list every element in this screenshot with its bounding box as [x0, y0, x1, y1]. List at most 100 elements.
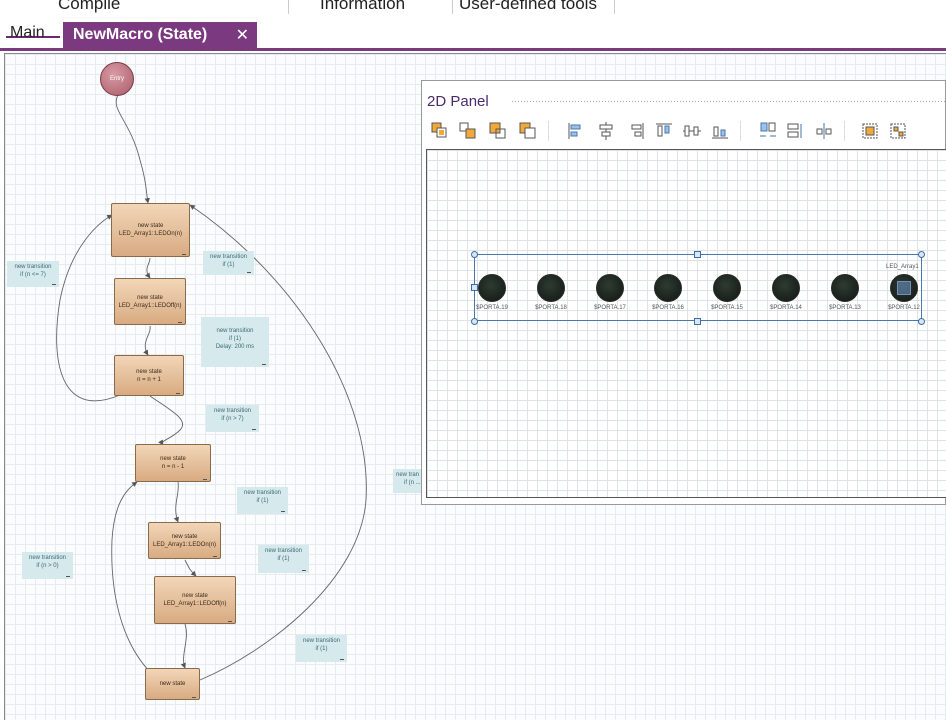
align-right-icon[interactable]: [626, 121, 646, 141]
transition-condition: if (n > 0): [36, 563, 59, 569]
led-indicator[interactable]: [596, 274, 624, 302]
ungroup-icon[interactable]: [888, 121, 908, 141]
minimize-icon: [178, 322, 182, 323]
transition-condition: if (1): [229, 336, 241, 342]
entry-node[interactable]: Entry: [100, 62, 134, 96]
arrow-state4-to-state5: [173, 481, 179, 523]
led-indicator[interactable]: [772, 274, 800, 302]
toolbar-separator: [844, 121, 845, 141]
state-action: n = n + 1: [137, 376, 161, 383]
transition-condition: if (1): [222, 262, 235, 268]
led-indicator[interactable]: [654, 274, 682, 302]
state-title: new state: [171, 533, 198, 540]
led-port-label: $PORTA.17: [594, 305, 626, 311]
transition-condition: if (1): [277, 556, 290, 562]
arrow-state5-to-state6: [184, 559, 197, 577]
state-action: LED_Array1::LEDOn(n): [152, 541, 217, 548]
state-action: LED_Array1::LEDOff(n): [118, 302, 182, 309]
minimize-icon: [281, 511, 285, 512]
led-port-label: $PORTA.19: [476, 305, 508, 311]
led-port-label: $PORTA.15: [711, 305, 743, 311]
transition-title: new transition: [209, 254, 248, 260]
resize-handle[interactable]: [471, 251, 478, 258]
align-middle-icon[interactable]: [682, 121, 702, 141]
transition-condition: if (n <= 7): [20, 272, 46, 278]
align-center-icon[interactable]: [596, 121, 616, 141]
panel-title: 2D Panel: [427, 93, 489, 110]
state-title: new state: [159, 681, 186, 687]
led-array-name: LED_Array1: [886, 264, 919, 270]
transition-label[interactable]: new transition if (1): [237, 487, 288, 514]
state-action: LED_Array1::LEDOn(n): [118, 231, 183, 237]
minimize-icon: [340, 659, 344, 660]
minimize-icon: [213, 556, 217, 557]
panel-toolbar: [428, 121, 943, 145]
arrow-state2-to-state3: [143, 325, 151, 356]
align-left-icon[interactable]: [566, 121, 586, 141]
minimize-icon: [192, 697, 196, 698]
state-title: new state: [137, 223, 164, 229]
transition-label[interactable]: new transition if (1): [296, 635, 347, 662]
distribute-horizontal-icon[interactable]: [758, 121, 778, 141]
panel-canvas[interactable]: [426, 149, 946, 498]
led-selection-marker: [897, 281, 911, 295]
state-node[interactable]: new state LED_Array1::LEDOn(n): [148, 522, 221, 559]
transition-label[interactable]: new transition if (n > 7): [206, 405, 259, 432]
align-top-icon[interactable]: [654, 121, 674, 141]
state-node[interactable]: new state: [145, 668, 200, 700]
minimize-icon: [182, 254, 186, 255]
resize-handle[interactable]: [694, 318, 701, 325]
minimize-icon: [52, 284, 56, 285]
led-indicator[interactable]: [831, 274, 859, 302]
led-port-label: $PORTA.18: [535, 305, 567, 311]
state-title: new state: [136, 368, 162, 375]
group-icon[interactable]: [860, 121, 880, 141]
send-backward-icon[interactable]: [488, 121, 508, 141]
led-indicator[interactable]: [713, 274, 741, 302]
transition-label[interactable]: new transition if (n <= 7): [7, 261, 59, 287]
state-node[interactable]: new state n = n - 1: [135, 444, 211, 482]
resize-handle[interactable]: [694, 251, 701, 258]
align-bottom-icon[interactable]: [710, 121, 730, 141]
resize-handle[interactable]: [918, 318, 925, 325]
state-node[interactable]: new state LED_Array1::LEDOff(n): [114, 278, 186, 325]
state-action: LED_Array1::LEDOff(n): [163, 601, 227, 607]
bring-to-front-icon[interactable]: [430, 121, 450, 141]
distribute-vertical-icon[interactable]: [786, 121, 806, 141]
transition-title: new tran: [396, 472, 420, 478]
send-to-back-icon[interactable]: [518, 121, 538, 141]
arrow-entry-to-state1: [115, 94, 150, 204]
state-node[interactable]: new state LED_Array1::LEDOn(n): [111, 203, 190, 257]
state-node[interactable]: new state LED_Array1::LEDOff(n): [154, 576, 236, 624]
led-port-label: $PORTA.16: [652, 305, 684, 311]
transition-label[interactable]: new transition if (1): [258, 545, 309, 573]
state-action: n = n - 1: [161, 464, 185, 470]
led-indicator[interactable]: [537, 274, 565, 302]
transition-label[interactable]: new transition if (1) Delay: 200 ms: [201, 317, 269, 367]
panel-title-grip[interactable]: [511, 100, 946, 104]
transition-label[interactable]: new tran if (n ...: [393, 469, 421, 493]
minimize-icon: [252, 429, 256, 430]
state-node[interactable]: new state n = n + 1: [114, 355, 184, 396]
space-evenly-icon[interactable]: [814, 121, 834, 141]
transition-title: new transition: [243, 490, 282, 496]
transition-title: new transition: [14, 264, 52, 270]
transition-condition: if (n ...: [404, 480, 421, 486]
state-title: new state: [182, 593, 208, 599]
transition-condition: if (1): [315, 646, 328, 652]
minimize-icon: [66, 576, 70, 577]
minimize-icon: [262, 364, 266, 365]
resize-handle[interactable]: [471, 284, 478, 291]
arrow-state1-to-state2: [145, 257, 151, 279]
resize-handle[interactable]: [471, 318, 478, 325]
transition-title: new transition: [264, 548, 303, 554]
transition-label[interactable]: new transition if (1): [203, 251, 254, 275]
minimize-icon: [176, 393, 180, 394]
minimize-icon: [228, 621, 232, 622]
resize-handle[interactable]: [918, 251, 925, 258]
led-indicator[interactable]: [478, 274, 506, 302]
toolbar-separator: [548, 121, 549, 141]
bring-forward-icon[interactable]: [458, 121, 478, 141]
minimize-icon: [247, 272, 251, 273]
transition-label[interactable]: new transition if (n > 0): [22, 552, 73, 579]
